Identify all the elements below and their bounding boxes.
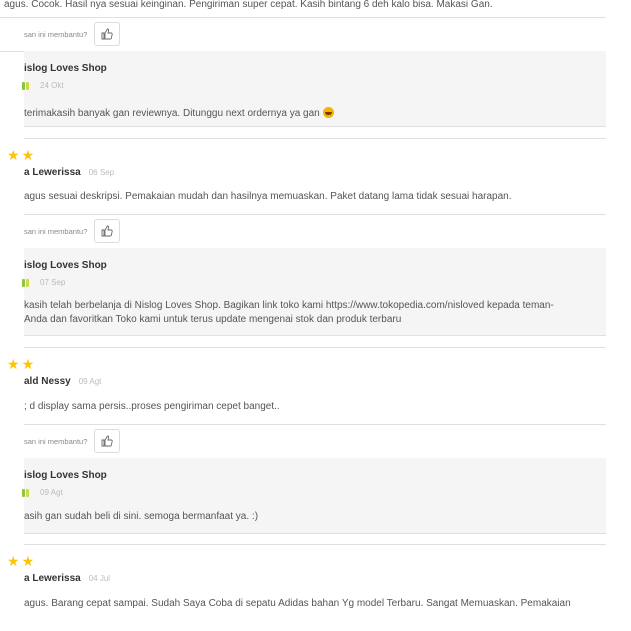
reply-meta: 07 Sep bbox=[22, 278, 66, 287]
reviewer-name: a Lewerissa 06 Sep bbox=[24, 167, 114, 178]
reply-text-line: Anda dan favoritkan Toko kami untuk teru… bbox=[24, 314, 402, 325]
star-icon: ★ bbox=[21, 356, 35, 372]
review-text: agus. Cocok. Hasil nya sesuai keinginan.… bbox=[4, 0, 493, 10]
divider bbox=[24, 138, 606, 139]
reply-shop-name: islog Loves Shop bbox=[24, 470, 107, 481]
review-text: agus sesuai deskripsi. Pemakaian mudah d… bbox=[24, 191, 512, 202]
seller-reply: islog Loves Shop 24 Okt terimakasih bany… bbox=[22, 51, 606, 126]
star-icon: ★ bbox=[7, 356, 20, 372]
reviewer-name-text: a Lewerissa bbox=[24, 573, 81, 584]
reply-meta: 09 Agt bbox=[22, 488, 63, 497]
divider bbox=[24, 533, 606, 534]
reply-shop-name: islog Loves Shop bbox=[24, 63, 107, 74]
helpful-button[interactable] bbox=[94, 429, 121, 453]
grinning-emoji-icon bbox=[322, 107, 334, 118]
reply-text: asih gan sudah beli di sini. semoga berm… bbox=[24, 511, 259, 522]
star-icon: ★ bbox=[7, 147, 20, 163]
reply-text: terimakasih banyak gan reviewnya. Ditung… bbox=[24, 107, 334, 120]
star-icon: ★ bbox=[7, 553, 20, 569]
helpful-row: san ini membantu? bbox=[24, 429, 121, 453]
helpful-label: san ini membantu? bbox=[24, 436, 88, 446]
divider bbox=[24, 347, 606, 348]
reviewer-name: a Lewerissa 04 Jul bbox=[24, 573, 110, 584]
divider bbox=[24, 214, 606, 215]
reviewer-name-text: a Lewerissa bbox=[24, 167, 81, 178]
review-date: 06 Sep bbox=[88, 168, 115, 177]
reply-date: 24 Okt bbox=[40, 81, 64, 90]
thumbs-up-icon bbox=[101, 28, 114, 40]
shop-badge-icon bbox=[22, 278, 34, 287]
rating-stars: ★ ★ bbox=[7, 148, 34, 162]
reply-shop-name: islog Loves Shop bbox=[24, 260, 107, 271]
seller-reply: islog Loves Shop 09 Agt asih gan sudah b… bbox=[22, 458, 606, 533]
shop-badge-icon bbox=[22, 81, 34, 90]
seller-reply: islog Loves Shop 07 Sep kasih telah berb… bbox=[22, 248, 606, 335]
helpful-label: san ini membantu? bbox=[24, 226, 88, 236]
divider bbox=[24, 544, 606, 545]
review-text: agus. Barang cepat sampai. Sudah Saya Co… bbox=[24, 598, 571, 609]
star-icon: ★ bbox=[21, 147, 35, 163]
review-date: 09 Agt bbox=[78, 377, 102, 386]
helpful-row: san ini membantu? bbox=[24, 219, 121, 243]
reply-text-content: terimakasih banyak gan reviewnya. Ditung… bbox=[24, 108, 320, 119]
thumbs-up-icon bbox=[101, 225, 114, 237]
divider bbox=[24, 424, 606, 425]
helpful-button[interactable] bbox=[94, 219, 121, 243]
shop-badge-icon bbox=[22, 488, 34, 497]
helpful-row: san ini membantu? bbox=[24, 22, 121, 46]
reply-meta: 24 Okt bbox=[22, 81, 64, 90]
review-date: 04 Jul bbox=[88, 574, 111, 583]
review-text: ; d display sama persis..proses pengirim… bbox=[24, 401, 280, 412]
helpful-button[interactable] bbox=[94, 22, 121, 46]
reviewer-name-text: ald Nessy bbox=[24, 376, 71, 387]
reply-date: 09 Agt bbox=[40, 488, 63, 497]
thumbs-up-icon bbox=[101, 435, 114, 447]
reply-text-line: kasih telah berbelanja di Nislog Loves S… bbox=[24, 300, 554, 311]
divider bbox=[0, 17, 606, 18]
rating-stars: ★ ★ bbox=[7, 554, 34, 568]
helpful-label: san ini membantu? bbox=[24, 29, 88, 39]
divider bbox=[24, 335, 606, 336]
reviewer-name: ald Nessy 09 Agt bbox=[24, 376, 101, 387]
reply-date: 07 Sep bbox=[40, 278, 66, 287]
star-icon: ★ bbox=[21, 553, 35, 569]
rating-stars: ★ ★ bbox=[7, 357, 34, 371]
divider bbox=[24, 126, 606, 127]
